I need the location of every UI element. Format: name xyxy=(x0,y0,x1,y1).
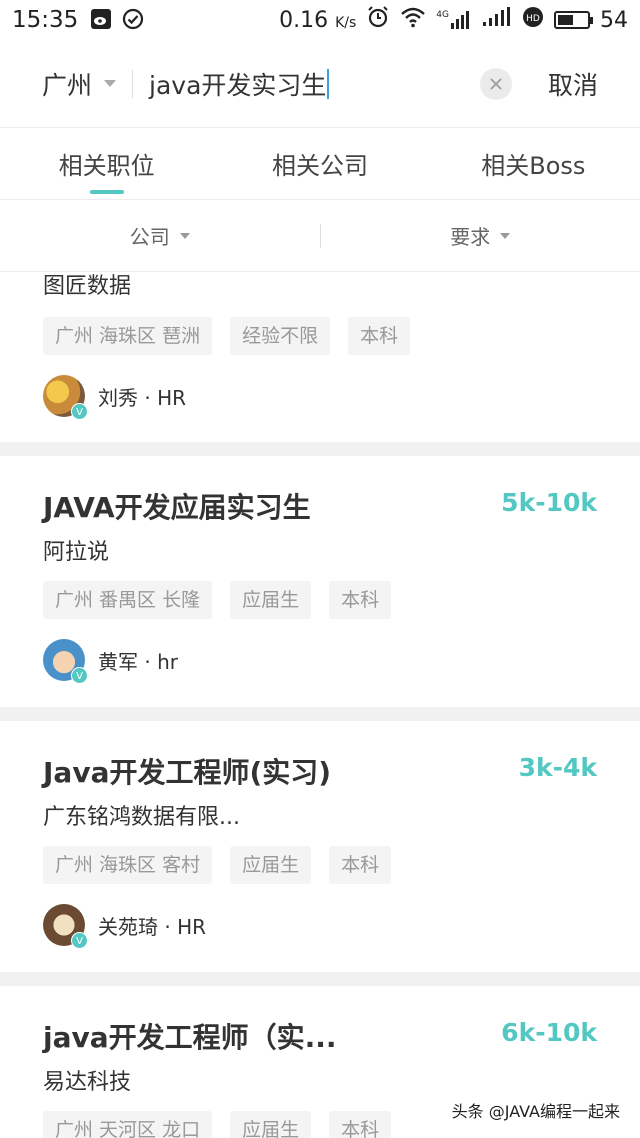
hr-info: V 黄军 · hr xyxy=(43,639,178,684)
battery-icon xyxy=(554,11,593,29)
card-separator xyxy=(0,707,640,721)
signal-icon xyxy=(482,7,512,33)
network-type: 4G xyxy=(436,10,449,20)
job-title: JAVA开发应届实习生 xyxy=(43,491,311,524)
salary: 5k-10k xyxy=(501,488,597,517)
text-cursor xyxy=(327,68,330,99)
location-tag: 广州 番禺区 长隆 xyxy=(43,581,213,619)
job-card[interactable]: JAVA开发应届实习生 5k-10k 阿拉说 广州 番禺区 长隆 应届生 本科 … xyxy=(0,456,640,707)
hd-icon: HD xyxy=(522,6,544,34)
location-tag: 广州 海珠区 客村 xyxy=(43,846,213,884)
search-header: 广州 java开发实习生 取消 xyxy=(0,40,640,128)
location-tag: 广州 天河区 龙口 xyxy=(43,1111,213,1138)
wifi-icon xyxy=(400,6,426,34)
network-speed-unit: K/s xyxy=(335,14,357,31)
job-tags: 广州 海珠区 客村 应届生 本科 xyxy=(43,846,392,884)
chevron-down-icon xyxy=(179,232,190,239)
network-speed: 0.16 K/s xyxy=(279,8,356,33)
check-circle-icon xyxy=(122,8,144,33)
job-title: Java开发工程师(实习) xyxy=(43,756,332,789)
job-tags: 广州 海珠区 琶洲 经验不限 本科 xyxy=(43,317,411,355)
education-tag: 本科 xyxy=(329,846,392,884)
education-tag: 本科 xyxy=(348,317,411,355)
divider xyxy=(132,69,134,98)
avatar: V xyxy=(43,639,88,684)
job-title: java开发工程师（实... xyxy=(43,1021,337,1054)
hr-info: V 刘秀 · HR xyxy=(43,375,187,420)
result-tabs: 相关职位 相关公司 相关Boss xyxy=(0,128,640,200)
battery-percent: 54 xyxy=(600,7,628,33)
job-card[interactable]: Java开发工程师(实习) 3k-4k 广东铭鸿数据有限... 广州 海珠区 客… xyxy=(0,721,640,972)
tab-label: 相关公司 xyxy=(271,152,368,180)
tab-related-boss[interactable]: 相关Boss xyxy=(427,128,640,199)
svg-text:HD: HD xyxy=(526,14,540,24)
verified-badge-icon: V xyxy=(71,667,88,684)
location-tag: 广州 海珠区 琶洲 xyxy=(43,317,213,355)
filter-requirements[interactable]: 要求 xyxy=(321,221,640,250)
tab-related-companies[interactable]: 相关公司 xyxy=(213,128,426,199)
experience-tag: 应届生 xyxy=(230,846,312,884)
education-tag: 本科 xyxy=(329,581,392,619)
experience-tag: 应届生 xyxy=(230,1111,312,1138)
watermark: 头条 @JAVA编程一起来 xyxy=(447,1096,624,1124)
filter-company[interactable]: 公司 xyxy=(0,221,320,250)
salary: 3k-4k xyxy=(518,753,597,782)
hr-name: 关苑琦 · HR xyxy=(98,914,207,939)
company-name: 阿拉说 xyxy=(43,540,110,565)
job-list: 图匠数据 广州 海珠区 琶洲 经验不限 本科 V 刘秀 · HR JAVA开发应… xyxy=(0,272,640,1138)
search-query-text: java开发实习生 xyxy=(149,70,327,100)
card-separator xyxy=(0,442,640,456)
company-name: 广东铭鸿数据有限... xyxy=(43,805,240,830)
education-tag: 本科 xyxy=(329,1111,392,1138)
job-tags: 广州 天河区 龙口 应届生 本科 xyxy=(43,1111,392,1138)
experience-tag: 经验不限 xyxy=(230,317,331,355)
tab-label: 相关Boss xyxy=(481,152,586,180)
experience-tag: 应届生 xyxy=(230,581,312,619)
close-icon xyxy=(490,77,502,90)
filter-label: 要求 xyxy=(450,225,491,249)
card-separator xyxy=(0,972,640,986)
filter-label: 公司 xyxy=(129,225,170,249)
tab-related-jobs[interactable]: 相关职位 xyxy=(0,128,213,199)
signal-4g-icon: 4G xyxy=(436,10,472,30)
cancel-button[interactable]: 取消 xyxy=(548,66,598,102)
status-bar: 15:35 0.16 K/s 4G HD 54 xyxy=(0,0,640,40)
tab-label: 相关职位 xyxy=(58,152,155,180)
chevron-down-icon xyxy=(104,80,117,87)
job-card[interactable]: 图匠数据 广州 海珠区 琶洲 经验不限 本科 V 刘秀 · HR xyxy=(0,272,640,442)
city-label: 广州 xyxy=(42,70,93,100)
hr-info: V 关苑琦 · HR xyxy=(43,904,207,949)
weibo-icon xyxy=(90,8,112,33)
salary: 6k-10k xyxy=(501,1018,597,1047)
hr-name: 黄军 · hr xyxy=(98,649,178,674)
chevron-down-icon xyxy=(500,232,511,239)
active-tab-indicator xyxy=(89,190,124,194)
job-tags: 广州 番禺区 长隆 应届生 本科 xyxy=(43,581,392,619)
filter-bar: 公司 要求 xyxy=(0,200,640,272)
alarm-icon xyxy=(366,5,390,35)
network-speed-value: 0.16 xyxy=(279,7,329,33)
clock: 15:35 xyxy=(12,7,79,33)
verified-badge-icon: V xyxy=(71,932,88,949)
city-selector[interactable]: 广州 xyxy=(42,66,117,102)
verified-badge-icon: V xyxy=(71,403,88,420)
avatar: V xyxy=(43,904,88,949)
battery-fill xyxy=(558,15,573,25)
avatar: V xyxy=(43,375,88,420)
search-input[interactable]: java开发实习生 xyxy=(149,66,449,102)
company-name: 易达科技 xyxy=(43,1070,132,1095)
hr-name: 刘秀 · HR xyxy=(98,385,187,410)
company-name: 图匠数据 xyxy=(43,274,132,299)
clear-search-button[interactable] xyxy=(479,67,512,100)
